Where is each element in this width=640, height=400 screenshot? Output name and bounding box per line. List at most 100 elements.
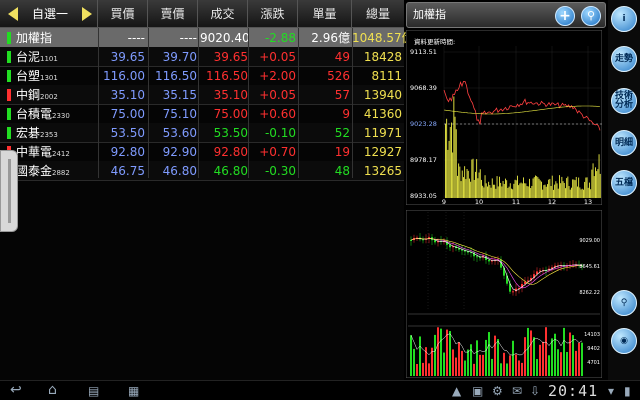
col-header-total[interactable]: 總量 [352,0,404,28]
volume-bar [463,177,464,198]
recent-apps-icon[interactable]: ▤ [88,384,99,398]
volume-bar [455,357,457,376]
quote-row[interactable]: 國泰金2882 46.75 46.80 46.80 -0.30 48 13265 [0,161,404,181]
quote-row[interactable]: 加權指 ---- ---- 9020.40 -2.88 2.96億 1048.57億 [0,28,414,48]
side-toolbar: i 走勢技術分析明細五檔 ⚲ ◉ [608,0,640,380]
cell-change: +0.60 [259,107,296,121]
volume-bar [581,342,583,376]
cell-sell: 75.10 [162,107,197,121]
cell-volume: 19 [334,145,350,159]
volume-bar [466,168,468,198]
cell-change: +0.70 [259,145,296,159]
trend-marker [7,89,11,101]
volume-bar [488,181,490,198]
kline-chart[interactable]: 9029.00 8645.61 8262.22 14103 9402 4701 [406,210,602,378]
cell-sell: 39.70 [162,50,197,64]
panel-drawer-handle[interactable] [0,150,18,232]
volume-bar [428,363,430,376]
quote-row[interactable]: 台積電2330 75.00 75.10 75.00 +0.60 9 41360 [0,104,404,124]
cell-total: 11971 [363,126,402,140]
next-watchlist-button[interactable] [82,7,92,21]
volume-bar [512,189,514,198]
volume-bar [586,177,588,198]
volume-bar [536,176,538,198]
volume-bar [589,182,590,198]
side-button-info-icon[interactable]: i [611,6,637,32]
volume-bar [506,180,508,198]
mail-icon: ✉ [512,384,523,398]
col-header-buy[interactable]: 買價 [98,0,148,28]
menu-grid-icon[interactable]: ▦ [128,384,139,398]
volume-bar [592,163,594,198]
volume-bar [578,342,580,376]
side-button-settings-icon[interactable]: ◉ [611,328,637,354]
volume-bar [521,362,523,376]
side-button-label-1[interactable]: 走勢 [611,46,637,72]
stock-name[interactable]: 台積電2330 [16,104,96,124]
side-button-label-3[interactable]: 明細 [611,130,637,156]
candle-body [449,244,451,248]
side-button-zoom-icon[interactable]: ⚲ [611,290,637,316]
prev-watchlist-button[interactable] [8,7,18,21]
volume-bar [465,179,467,198]
col-header-change[interactable]: 漲跌 [248,0,298,28]
info-icon: i [622,13,626,24]
y-tick-label: 9113.51 [410,48,437,56]
volume-bar [491,178,493,198]
volume-bar [527,186,529,198]
stock-name[interactable]: 中鋼2002 [16,85,96,105]
quote-row[interactable]: 台塑1301 116.00 116.50 116.50 +2.00 526 8111 [0,66,404,86]
volume-bar [477,178,479,198]
chart-header: 加權指 + ⚲ [406,2,606,28]
search-button[interactable]: ⚲ [581,6,601,26]
home-icon[interactable]: ⌂ [48,382,57,398]
intraday-chart[interactable]: 資料更新時間: 9113.51 9068.39 9023.28 8978.17 8933… [406,30,602,205]
volume-bar [446,329,448,376]
cell-volume: 526 [327,69,350,83]
col-header-last[interactable]: 成交 [198,0,248,28]
volume-bar [581,188,583,198]
quote-row[interactable]: 中華電2412 92.80 92.90 92.80 +0.70 19 12927 [0,142,404,162]
volume-bar [494,335,496,376]
stock-name[interactable]: 宏碁2353 [16,123,96,143]
trend-marker [7,127,11,139]
add-button[interactable]: + [555,6,575,26]
volume-bar [575,176,577,198]
volume-bar [553,189,554,198]
stock-name[interactable]: 加權指 [16,28,96,48]
watchlist-title[interactable]: 自選一 [22,0,78,28]
candle-body [410,240,412,241]
col-header-volume[interactable]: 單量 [298,0,352,28]
stock-name[interactable]: 國泰金2882 [16,161,96,181]
volume-bar [595,167,596,198]
volume-bar [458,163,460,198]
quote-row[interactable]: 中鋼2002 35.10 35.15 35.10 +0.05 57 13940 [0,85,404,105]
x-tick-label: 9 [442,198,446,205]
stock-name[interactable]: 台塑1301 [16,66,96,86]
volume-bar [513,183,515,198]
volume-bar [457,175,458,198]
volume-bar [470,344,472,376]
cell-total: 18428 [363,50,402,64]
col-header-sell[interactable]: 賣價 [148,0,198,28]
volume-bar [572,335,574,376]
back-icon[interactable]: ↩ [10,382,22,398]
volume-bar [464,360,466,376]
side-button-label-2[interactable]: 技術分析 [611,88,637,114]
volume-bar [551,175,553,198]
volume-bar [459,166,461,198]
cell-total: 8111 [371,69,402,83]
quote-row[interactable]: 台泥1101 39.65 39.70 39.65 +0.05 49 18428 [0,47,404,67]
stock-code: 2353 [40,131,58,139]
volume-bar [470,181,472,198]
stock-name[interactable]: 中華電2412 [16,142,96,162]
quote-row[interactable]: 宏碁2353 53.50 53.60 53.50 -0.10 52 11971 [0,123,404,143]
volume-bar [473,363,475,376]
cell-total: 1048.57億 [352,31,414,45]
volume-tick-label: 4701 [587,360,600,366]
x-tick-label: 12 [548,198,556,205]
stock-name[interactable]: 台泥1101 [16,47,96,67]
side-button-label-4[interactable]: 五檔 [611,170,637,196]
volume-bar [446,118,448,198]
volume-bar [469,178,470,198]
